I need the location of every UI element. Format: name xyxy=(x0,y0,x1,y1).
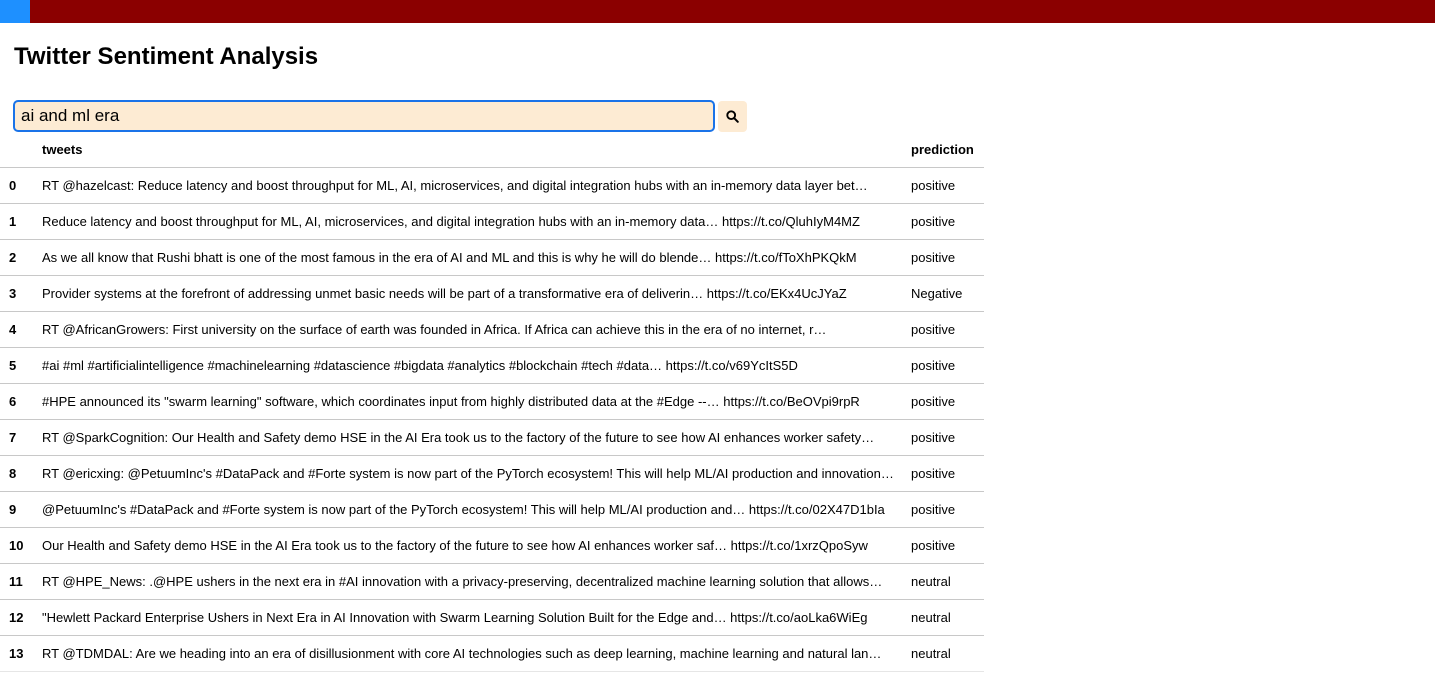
tweet-text: As we all know that Rushi bhatt is one o… xyxy=(42,239,911,276)
tweets-column-header: tweets xyxy=(42,132,911,168)
table-row: 10 Our Health and Safety demo HSE in the… xyxy=(0,527,984,564)
prediction-value: positive xyxy=(911,455,984,492)
prediction-value: neutral xyxy=(911,599,984,636)
prediction-value: positive xyxy=(911,203,984,240)
tweet-text: "Hewlett Packard Enterprise Ushers in Ne… xyxy=(42,599,911,636)
table-header-row: tweets prediction xyxy=(0,132,984,168)
tweet-text: RT @AfricanGrowers: First university on … xyxy=(42,311,911,348)
prediction-column-header: prediction xyxy=(911,132,984,168)
tweet-text: RT @hazelcast: Reduce latency and boost … xyxy=(42,167,911,204)
tweet-text: RT @HPE_News: .@HPE ushers in the next e… xyxy=(42,563,911,600)
table-row: 1 Reduce latency and boost throughput fo… xyxy=(0,203,984,240)
tweet-text: #HPE announced its "swarm learning" soft… xyxy=(42,383,911,420)
prediction-value: neutral xyxy=(911,563,984,600)
table-row: 2 As we all know that Rushi bhatt is one… xyxy=(0,239,984,276)
search-icon xyxy=(726,110,739,123)
prediction-value: positive xyxy=(911,419,984,456)
table-row: 9 @PetuumInc's #DataPack and #Forte syst… xyxy=(0,491,984,528)
results-table: tweets prediction 0 RT @hazelcast: Reduc… xyxy=(0,132,984,672)
row-index: 9 xyxy=(0,491,42,528)
row-index: 12 xyxy=(0,599,42,636)
row-index: 0 xyxy=(0,167,42,204)
table-row: 3 Provider systems at the forefront of a… xyxy=(0,275,984,312)
table-row: 12 "Hewlett Packard Enterprise Ushers in… xyxy=(0,599,984,636)
row-index: 2 xyxy=(0,239,42,276)
index-column-header xyxy=(0,132,42,168)
prediction-value: positive xyxy=(911,311,984,348)
header-accent-block xyxy=(0,0,30,23)
tweet-text: Reduce latency and boost throughput for … xyxy=(42,203,911,240)
table-row: 5 #ai #ml #artificialintelligence #machi… xyxy=(0,347,984,384)
table-row: 11 RT @HPE_News: .@HPE ushers in the nex… xyxy=(0,563,984,600)
row-index: 1 xyxy=(0,203,42,240)
prediction-value: Negative xyxy=(911,275,984,312)
row-index: 3 xyxy=(0,275,42,312)
search-input[interactable] xyxy=(13,100,715,132)
table-row: 13 RT @TDMDAL: Are we heading into an er… xyxy=(0,635,984,672)
tweet-text: #ai #ml #artificialintelligence #machine… xyxy=(42,347,911,384)
row-index: 8 xyxy=(0,455,42,492)
table-row: 0 RT @hazelcast: Reduce latency and boos… xyxy=(0,167,984,204)
tweet-text: RT @SparkCognition: Our Health and Safet… xyxy=(42,419,911,456)
prediction-value: positive xyxy=(911,239,984,276)
prediction-value: positive xyxy=(911,383,984,420)
row-index: 10 xyxy=(0,527,42,564)
tweet-text: Provider systems at the forefront of add… xyxy=(42,275,911,312)
top-header-bar xyxy=(0,0,1435,23)
row-index: 13 xyxy=(0,635,42,672)
row-index: 11 xyxy=(0,563,42,600)
prediction-value: positive xyxy=(911,527,984,564)
row-index: 6 xyxy=(0,383,42,420)
search-button[interactable] xyxy=(718,101,747,132)
prediction-value: positive xyxy=(911,491,984,528)
table-row: 6 #HPE announced its "swarm learning" so… xyxy=(0,383,984,420)
row-index: 4 xyxy=(0,311,42,348)
prediction-value: positive xyxy=(911,347,984,384)
tweet-text: @PetuumInc's #DataPack and #Forte system… xyxy=(42,491,911,528)
prediction-value: neutral xyxy=(911,635,984,672)
table-row: 4 RT @AfricanGrowers: First university o… xyxy=(0,311,984,348)
tweet-text: RT @ericxing: @PetuumInc's #DataPack and… xyxy=(42,455,911,492)
row-index: 7 xyxy=(0,419,42,456)
tweet-text: RT @TDMDAL: Are we heading into an era o… xyxy=(42,635,911,672)
prediction-value: positive xyxy=(911,167,984,204)
table-row: 8 RT @ericxing: @PetuumInc's #DataPack a… xyxy=(0,455,984,492)
tweet-text: Our Health and Safety demo HSE in the AI… xyxy=(42,527,911,564)
table-row: 7 RT @SparkCognition: Our Health and Saf… xyxy=(0,419,984,456)
row-index: 5 xyxy=(0,347,42,384)
page-title: Twitter Sentiment Analysis xyxy=(14,43,319,70)
